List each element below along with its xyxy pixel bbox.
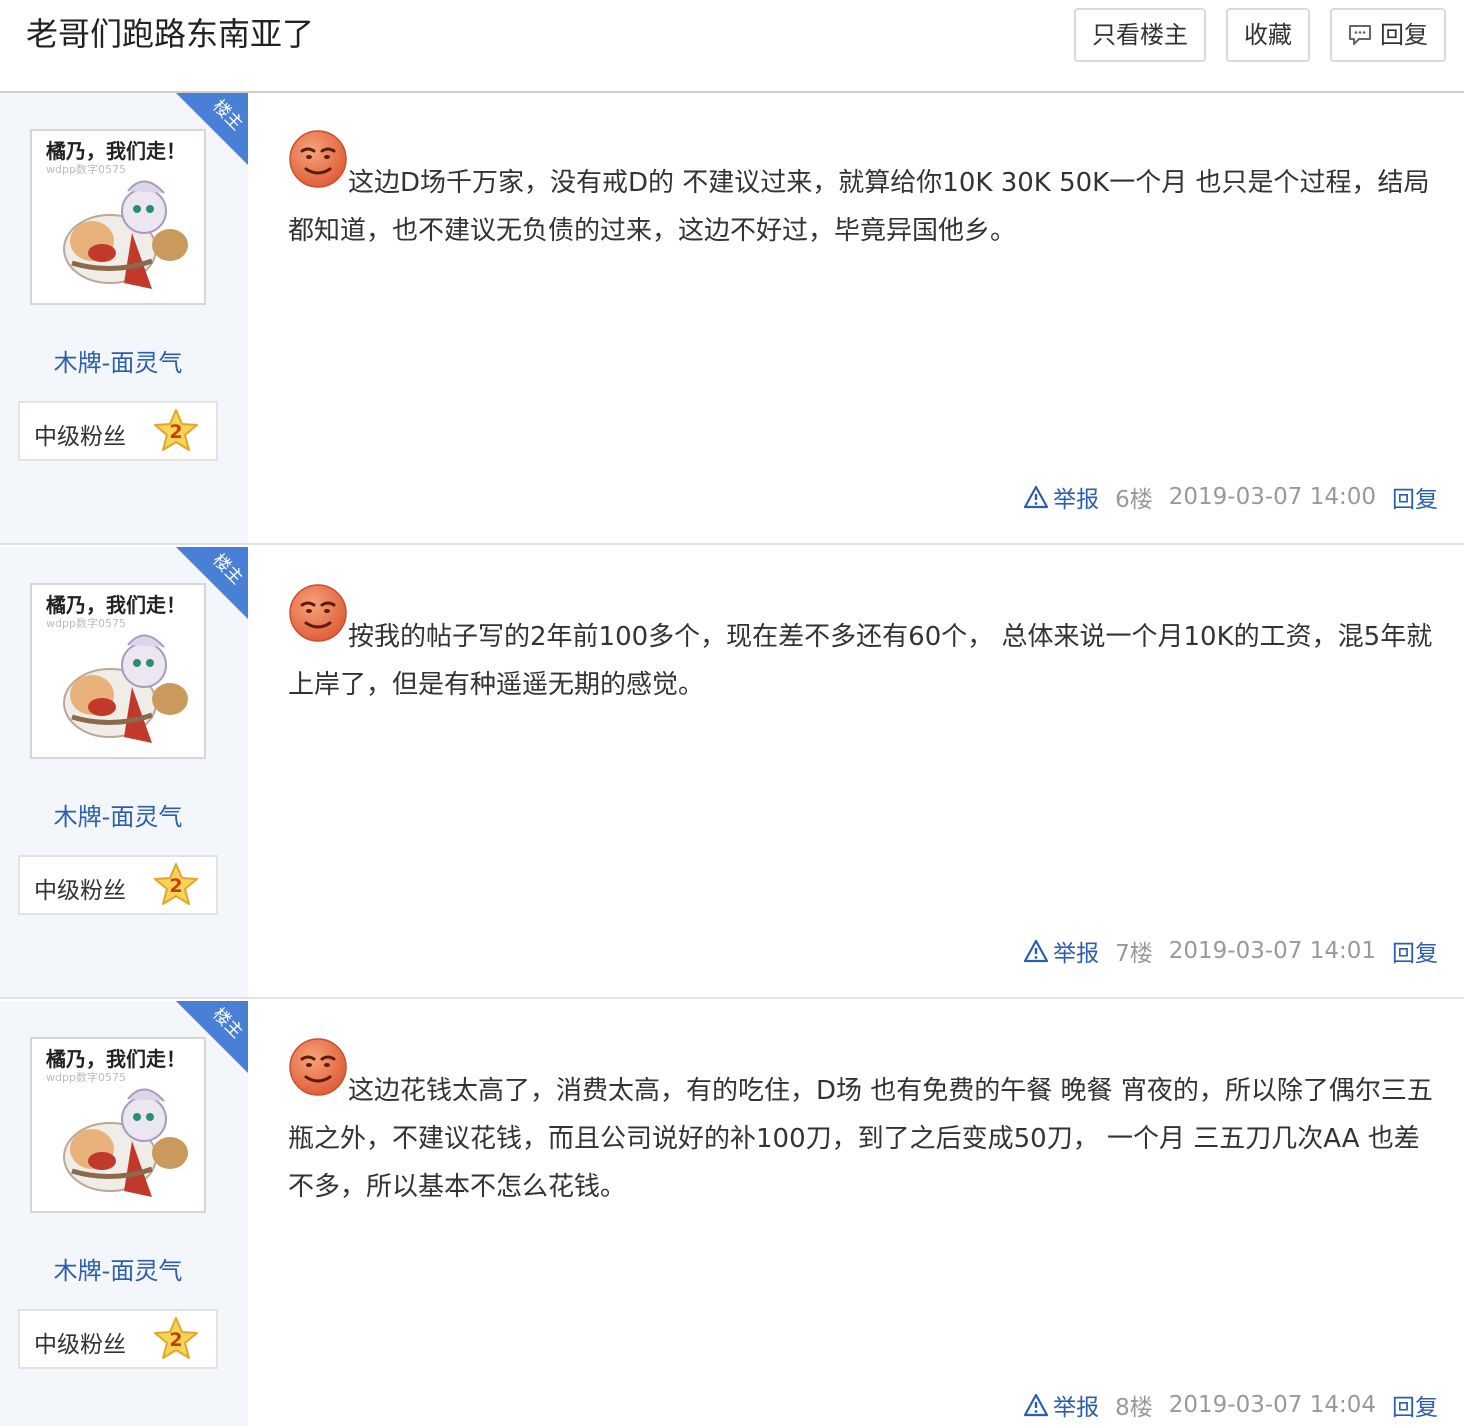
- report-link[interactable]: 举报: [1023, 1388, 1099, 1422]
- post: 楼主 橘乃，我们走！ wdpp数字0575 木牌-面灵气: [0, 93, 1464, 545]
- author-sidebar: 楼主 橘乃，我们走！ wdpp数字0575 木牌-面灵气 中级粉丝 2: [0, 547, 248, 997]
- post-footer: 举报 8楼 2019-03-07 14:04 回复: [1023, 1387, 1438, 1423]
- post-timestamp: 2019-03-07 14:04: [1168, 1392, 1376, 1418]
- avatar[interactable]: 橘乃，我们走！ wdpp数字0575: [30, 1037, 206, 1213]
- author-username[interactable]: 木牌-面灵气: [0, 1251, 236, 1286]
- fan-level-badge: 中级粉丝 2: [18, 1309, 218, 1369]
- floor-number: 6楼: [1115, 487, 1153, 513]
- reply-button[interactable]: 回复: [1330, 8, 1446, 62]
- post-reply-link[interactable]: 回复: [1392, 480, 1438, 514]
- post-footer: 举报 6楼 2019-03-07 14:00 回复: [1023, 479, 1438, 515]
- post: 楼主 橘乃，我们走！ wdpp数字0575 木牌-面灵气: [0, 1001, 1464, 1426]
- only-op-button[interactable]: 只看楼主: [1074, 8, 1206, 62]
- warning-icon: [1023, 939, 1049, 963]
- author-username[interactable]: 木牌-面灵气: [0, 343, 236, 378]
- fan-level-label: 中级粉丝: [34, 1332, 126, 1358]
- fan-level-number: 2: [169, 1329, 183, 1351]
- thread-header: 老哥们跑路东南亚了 只看楼主 收藏 回复: [0, 0, 1464, 93]
- avatar-illustration-icon: [63, 634, 188, 743]
- report-label: 举报: [1053, 941, 1100, 967]
- author-sidebar: 楼主 橘乃，我们走！ wdpp数字0575 木牌-面灵气 中级粉丝 2: [0, 93, 248, 543]
- fan-level-badge: 中级粉丝 2: [18, 401, 218, 461]
- post-content: 这边D场千万家，没有戒D的 不建议过来，就算给你10K 30K 50K一个月 也…: [288, 168, 1430, 246]
- comment-icon: [1349, 25, 1371, 45]
- post-timestamp: 2019-03-07 14:01: [1168, 938, 1376, 964]
- post-content: 这边花钱太高了，消费太高，有的吃住，D场 也有免费的午餐 晚餐 宵夜的，所以除了…: [288, 1076, 1433, 1202]
- floor-number: 7楼: [1115, 941, 1153, 967]
- post-footer: 举报 7楼 2019-03-07 14:01 回复: [1023, 933, 1438, 969]
- avatar[interactable]: 橘乃，我们走！ wdpp数字0575: [30, 129, 206, 305]
- avatar-caption: 橘乃，我们走！: [46, 1047, 186, 1071]
- fan-level-label: 中级粉丝: [34, 878, 126, 904]
- post-timestamp: 2019-03-07 14:00: [1168, 484, 1376, 510]
- avatar-caption: 橘乃，我们走！: [46, 139, 186, 163]
- avatar-illustration-icon: [63, 180, 188, 289]
- post-reply-link[interactable]: 回复: [1392, 1388, 1438, 1422]
- avatar-caption: 橘乃，我们走！: [46, 593, 186, 617]
- thread-title: 老哥们跑路东南亚了: [26, 15, 315, 53]
- warning-icon: [1023, 485, 1049, 509]
- fan-level-label: 中级粉丝: [34, 424, 126, 450]
- fan-level-number: 2: [169, 875, 183, 897]
- avatar-illustration-icon: [63, 1088, 188, 1197]
- report-label: 举报: [1053, 1395, 1100, 1421]
- reply-button-label: 回复: [1380, 21, 1428, 49]
- author-username[interactable]: 木牌-面灵气: [0, 797, 236, 832]
- level-star-icon: 2: [152, 407, 200, 455]
- report-link[interactable]: 举报: [1023, 480, 1099, 514]
- report-label: 举报: [1053, 487, 1100, 513]
- fan-level-badge: 中级粉丝 2: [18, 855, 218, 915]
- post-content: 按我的帖子写的2年前100多个，现在差不多还有60个， 总体来说一个月10K的工…: [288, 622, 1433, 700]
- post: 楼主 橘乃，我们走！ wdpp数字0575 木牌-面灵气: [0, 547, 1464, 999]
- level-star-icon: 2: [152, 1315, 200, 1363]
- fan-level-number: 2: [169, 421, 183, 443]
- report-link[interactable]: 举报: [1023, 934, 1099, 968]
- floor-number: 8楼: [1115, 1395, 1153, 1421]
- level-star-icon: 2: [152, 861, 200, 909]
- warning-icon: [1023, 1393, 1049, 1417]
- favorite-button[interactable]: 收藏: [1226, 8, 1310, 62]
- avatar[interactable]: 橘乃，我们走！ wdpp数字0575: [30, 583, 206, 759]
- post-reply-link[interactable]: 回复: [1392, 934, 1438, 968]
- author-sidebar: 楼主 橘乃，我们走！ wdpp数字0575 木牌-面灵气 中级粉丝 2: [0, 1001, 248, 1426]
